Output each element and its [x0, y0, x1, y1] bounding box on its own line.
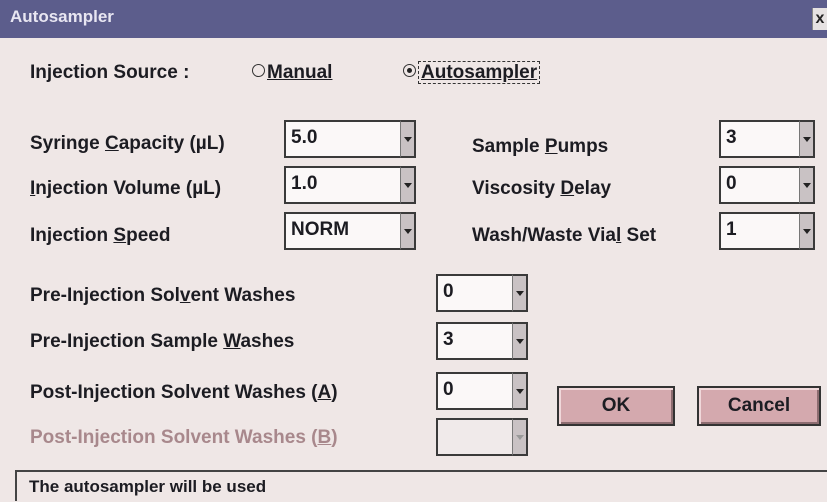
- injection-volume-value: 1.0: [291, 173, 318, 194]
- viscosity-delay-value: 0: [726, 173, 737, 194]
- wash-waste-vial-set-value: 1: [726, 219, 737, 240]
- chevron-down-icon[interactable]: [799, 166, 815, 204]
- chevron-down-icon[interactable]: [400, 120, 416, 158]
- close-icon[interactable]: x: [812, 8, 827, 30]
- manual-radio-label: Manual: [267, 62, 333, 83]
- autosampler-radio-label: Autosampler: [421, 62, 538, 83]
- ok-button[interactable]: OK: [557, 386, 675, 426]
- chevron-down-icon[interactable]: [512, 274, 528, 312]
- injection-volume-label: Injection Volume (µL): [30, 178, 222, 199]
- viscosity-delay-select[interactable]: 0: [719, 166, 815, 204]
- wash-waste-vial-set-label: Wash/Waste Vial Set: [472, 225, 657, 246]
- pre-injection-sample-washes-label: Pre-Injection Sample Washes: [30, 331, 295, 352]
- post-injection-solvent-washes-a-select[interactable]: 0: [436, 372, 528, 410]
- window-title: Autosampler: [10, 7, 114, 26]
- injection-volume-select[interactable]: 1.0: [284, 166, 416, 204]
- syringe-capacity-label: Syringe Capacity (µL): [30, 133, 225, 154]
- chevron-down-icon[interactable]: [512, 322, 528, 360]
- injection-source-label: Injection Source :: [30, 62, 190, 83]
- pre-injection-solvent-washes-select[interactable]: 0: [436, 274, 528, 312]
- viscosity-delay-label: Viscosity Delay: [472, 178, 612, 199]
- injection-speed-select[interactable]: NORM: [284, 212, 416, 250]
- post-injection-solvent-washes-a-value: 0: [443, 379, 454, 400]
- sample-pumps-select[interactable]: 3: [719, 120, 815, 158]
- manual-radio-circle[interactable]: [252, 64, 265, 77]
- sample-pumps-value: 3: [726, 127, 737, 148]
- syringe-capacity-value: 5.0: [291, 127, 318, 148]
- title-bar: Autosampler x: [0, 0, 827, 38]
- injection-speed-label: Injection Speed: [30, 225, 171, 246]
- wash-waste-vial-set-select[interactable]: 1: [719, 212, 815, 250]
- pre-injection-solvent-washes-value: 0: [443, 281, 454, 302]
- post-injection-solvent-washes-b-label: Post-Injection Solvent Washes (B): [30, 427, 338, 448]
- post-injection-solvent-washes-a-label: Post-Injection Solvent Washes (A): [30, 382, 338, 403]
- cancel-button[interactable]: Cancel: [697, 386, 821, 426]
- chevron-down-icon[interactable]: [400, 212, 416, 250]
- chevron-down-icon[interactable]: [799, 212, 815, 250]
- status-bar: The autosampler will be used: [15, 470, 827, 501]
- chevron-down-icon[interactable]: [512, 372, 528, 410]
- syringe-capacity-select[interactable]: 5.0: [284, 120, 416, 158]
- pre-injection-sample-washes-select[interactable]: 3: [436, 322, 528, 360]
- pre-injection-solvent-washes-label: Pre-Injection Solvent Washes: [30, 285, 296, 306]
- chevron-down-icon[interactable]: [400, 166, 416, 204]
- chevron-down-icon[interactable]: [799, 120, 815, 158]
- pre-injection-sample-washes-value: 3: [443, 329, 454, 350]
- injection-speed-value: NORM: [291, 219, 350, 240]
- manual-radio[interactable]: Manual: [252, 62, 332, 84]
- post-injection-solvent-washes-b-select: [436, 418, 528, 456]
- autosampler-radio-circle[interactable]: [403, 64, 416, 77]
- autosampler-radio[interactable]: Autosampler: [403, 61, 541, 84]
- sample-pumps-label: Sample Pumps: [472, 136, 609, 157]
- chevron-down-icon: [512, 418, 528, 456]
